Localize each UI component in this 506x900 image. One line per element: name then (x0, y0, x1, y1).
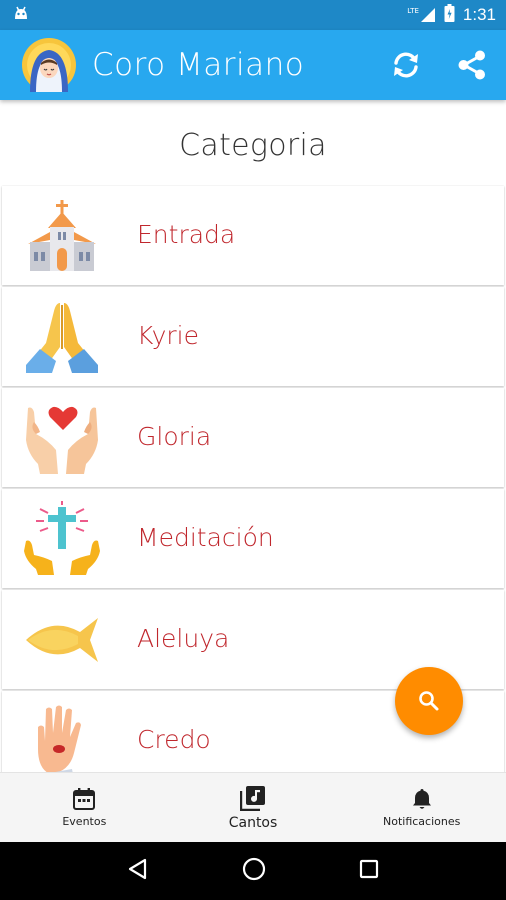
nav-item-cantos[interactable]: Cantos (169, 773, 338, 842)
status-bar: LTE 1:31 (0, 0, 506, 30)
home-button[interactable] (242, 857, 266, 885)
category-item-meditacion[interactable]: Meditación (2, 489, 504, 588)
category-label: Credo (137, 725, 211, 754)
category-label: Entrada (137, 220, 236, 249)
share-icon (458, 50, 485, 80)
hands-cross-icon (22, 501, 102, 577)
nav-label: Notificaciones (383, 815, 461, 828)
hand-wound-icon (22, 703, 102, 772)
category-label: Meditación (137, 523, 274, 552)
page-title: Categoria (179, 128, 327, 163)
app-title: Coro Mariano (92, 47, 305, 83)
nav-label: Eventos (62, 815, 107, 828)
status-indicators: LTE 1:31 (407, 4, 496, 26)
search-icon (419, 691, 439, 711)
category-label: Kyrie (137, 321, 199, 350)
nav-item-notificaciones[interactable]: Notificaciones (337, 773, 506, 842)
hands-heart-icon (22, 400, 102, 476)
bell-icon (412, 789, 431, 809)
category-item-kyrie[interactable]: Kyrie (2, 287, 504, 386)
sync-icon (394, 52, 418, 78)
lte-signal-icon: LTE (407, 7, 436, 23)
music-library-icon (240, 785, 265, 811)
app-bar: Coro Mariano (0, 30, 506, 100)
category-item-entrada[interactable]: Entrada (2, 186, 504, 285)
android-notification-icon (12, 5, 30, 25)
nav-item-eventos[interactable]: Eventos (0, 773, 169, 842)
share-button[interactable] (454, 47, 490, 83)
battery-icon (444, 4, 455, 26)
virgin-mary-logo-icon (22, 38, 76, 92)
recents-square-icon (360, 859, 379, 879)
category-label: Aleluya (137, 624, 230, 653)
category-item-gloria[interactable]: Gloria (2, 388, 504, 487)
church-icon (22, 198, 102, 274)
sync-button[interactable] (388, 47, 424, 83)
ichthys-fish-icon (22, 602, 102, 678)
back-button[interactable] (127, 858, 149, 884)
network-type: LTE (407, 7, 419, 15)
search-button[interactable] (395, 667, 463, 735)
clock: 1:31 (462, 5, 496, 24)
bottom-navigation: Eventos Cantos Notificaciones (0, 772, 506, 842)
praying-hands-icon (22, 299, 102, 375)
home-circle-icon (242, 857, 266, 881)
system-navigation-bar (0, 842, 506, 900)
recents-button[interactable] (359, 859, 379, 883)
calendar-icon (73, 788, 96, 810)
app-actions (388, 47, 490, 83)
back-triangle-icon (128, 858, 146, 880)
category-label: Gloria (137, 422, 212, 451)
nav-label: Cantos (228, 814, 278, 831)
